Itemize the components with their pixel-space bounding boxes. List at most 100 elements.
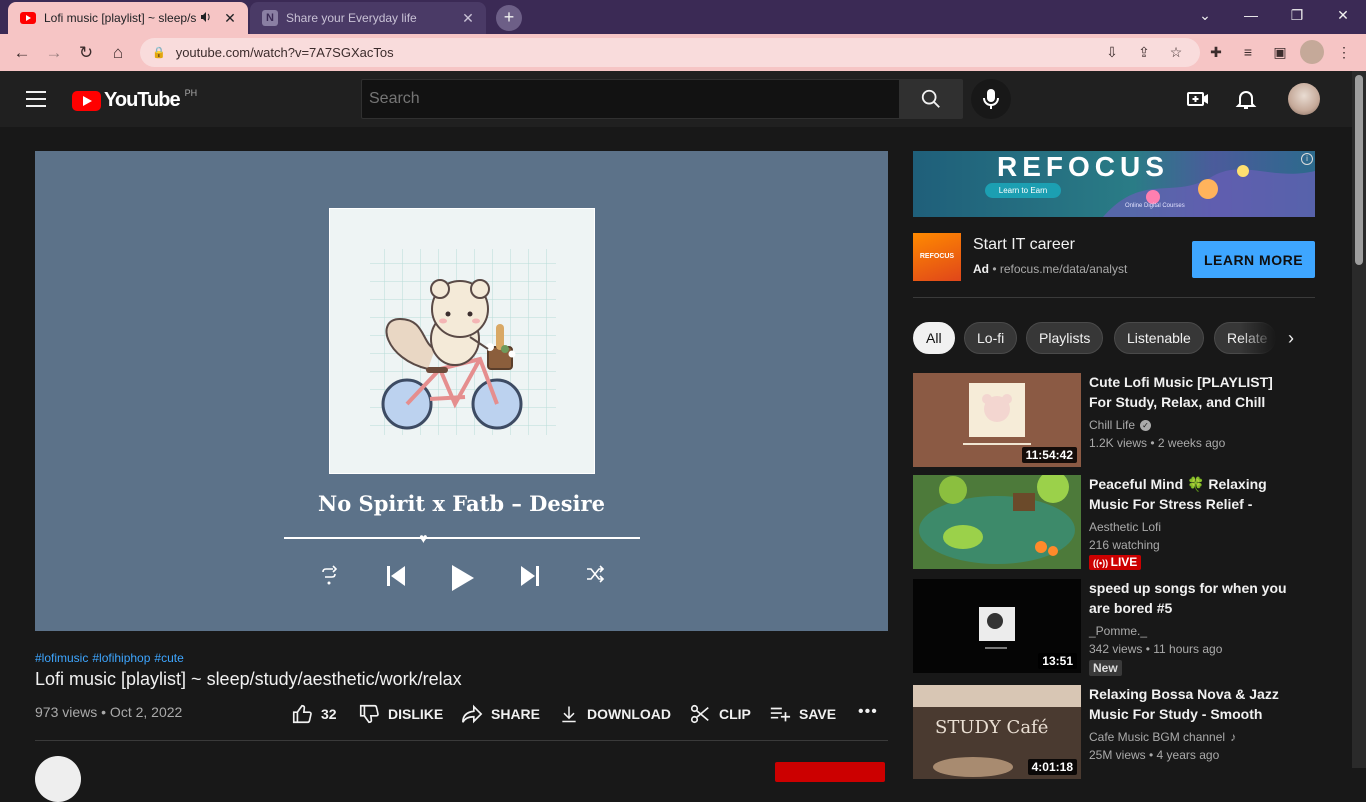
chip-all[interactable]: All [913,322,955,354]
lock-icon: 🔒 [152,47,166,59]
save-button[interactable]: SAVE [769,703,836,725]
channel-name-text: Chill Life [1089,418,1136,432]
download-label: DOWNLOAD [587,706,671,722]
video-thumbnail[interactable]: 13:51 [913,579,1081,673]
subscribe-button[interactable] [775,762,885,782]
related-video-meta: 1.2K views • 2 weeks ago [1089,436,1226,450]
close-window-button[interactable]: ✕ [1320,0,1366,30]
video-duration: 11:54:42 [1021,447,1077,463]
ad-info-icon[interactable]: i [1301,153,1313,165]
related-video-title[interactable]: speed up songs for when you are bored #5 [1089,578,1294,618]
share-icon[interactable]: ⇪ [1132,40,1156,64]
youtube-logo[interactable]: YouTube PH [72,88,197,112]
browser-menu-icon[interactable]: ⋮ [1332,40,1356,64]
learn-more-button[interactable]: LEARN MORE [1192,241,1315,278]
chevron-right-icon[interactable]: › [1279,326,1303,350]
video-title: Lofi music [playlist] ~ sleep/study/aest… [35,669,462,689]
address-bar[interactable]: 🔒 youtube.com/watch?v=7A7SGXacTos [140,38,1200,67]
search-box [361,79,900,119]
related-channel-name[interactable]: Aesthetic Lofi [1089,520,1161,534]
share-button[interactable]: SHARE [461,703,540,725]
install-icon[interactable]: ⇩ [1100,40,1124,64]
url-text: youtube.com/watch?v=7A7SGXacTos [175,45,394,60]
chip-lofi[interactable]: Lo-fi [964,322,1018,354]
tab-search-icon[interactable]: ⌄ [1182,0,1228,30]
advertiser-logo[interactable]: REFOCUS [913,233,961,281]
share-label: SHARE [491,706,541,722]
tab-title: Lofi music [playlist] ~ sleep/s [44,11,197,25]
like-button[interactable]: 32 [291,703,337,725]
bookmark-star-icon[interactable]: ☆ [1164,40,1188,64]
youtube-play-logo-icon [72,90,101,111]
related-channel-name[interactable]: Chill Life ✓ [1089,418,1152,432]
related-channel-name[interactable]: Cafe Music BGM channel ♪ [1089,730,1236,744]
download-button[interactable]: DOWNLOAD [559,703,671,725]
related-video-meta: 25M views • 4 years ago [1089,748,1220,762]
like-count: 32 [321,706,337,722]
reload-icon[interactable]: ↻ [72,39,100,67]
minimize-button[interactable]: — [1228,0,1274,30]
hashtags: #lofimusic #lofihiphop #cute [35,651,188,665]
hashtag-link[interactable]: #lofimusic [35,651,88,665]
new-tab-button[interactable]: + [496,5,522,31]
tab-youtube[interactable]: Lofi music [playlist] ~ sleep/s ✕ [8,2,248,34]
search-input[interactable] [362,80,899,118]
logo-wordmark: YouTube [104,89,181,111]
extensions-icon[interactable]: ✚ [1204,40,1228,64]
restore-button[interactable]: ❐ [1274,0,1320,30]
divider [913,297,1315,298]
voice-search-button[interactable] [971,79,1011,119]
back-arrow-icon[interactable]: ← [8,39,36,67]
side-panel-icon[interactable]: ▣ [1268,40,1292,64]
ad-meta: Ad • refocus.me/data/analyst [973,262,1128,276]
song-title-overlay: No Spirit x Fatb – Desire [318,491,605,516]
browser-tab-bar: Lofi music [playlist] ~ sleep/s ✕ N Shar… [0,0,1366,34]
scrollbar-thumb[interactable] [1355,75,1363,265]
channel-avatar[interactable] [35,756,81,802]
clip-button[interactable]: CLIP [689,703,751,725]
youtube-header: YouTube PH [0,71,1352,127]
related-video-title[interactable]: Relaxing Bossa Nova & Jazz Music For Stu… [1089,684,1294,724]
account-avatar[interactable] [1288,83,1320,115]
save-label: SAVE [799,706,837,722]
new-badge: New [1089,660,1122,676]
chip-playlists[interactable]: Playlists [1026,322,1104,354]
page-scrollbar[interactable] [1352,71,1366,768]
hamburger-menu-icon[interactable] [26,91,46,107]
close-tab-icon[interactable]: ✕ [220,10,240,27]
chip-listenable[interactable]: Listenable [1114,322,1204,354]
video-player[interactable]: No Spirit x Fatb – Desire ♥ [35,151,888,631]
video-thumbnail[interactable]: 11:54:42 [913,373,1081,467]
tab-share-everyday[interactable]: N Share your Everyday life ✕ [250,2,486,34]
profile-avatar[interactable] [1300,40,1324,64]
dislike-button[interactable]: DISLIKE [358,703,443,725]
hashtag-link[interactable]: #cute [154,651,183,665]
hashtag-link[interactable]: #lofihiphop [92,651,150,665]
dislike-label: DISLIKE [388,706,444,722]
search-button[interactable] [899,79,963,119]
media-control-icon[interactable]: ≡ [1236,40,1260,64]
ad-banner[interactable]: REFOCUS Learn to Earn Online Digital Cou… [913,151,1315,217]
ad-title[interactable]: Start IT career [973,236,1075,254]
home-icon[interactable]: ⌂ [104,39,132,67]
speaker-icon[interactable] [200,11,212,26]
more-actions-icon[interactable]: ••• [858,703,878,721]
related-video-title[interactable]: Cute Lofi Music [PLAYLIST] For Study, Re… [1089,372,1294,412]
thumbs-up-icon [292,704,312,724]
related-video-meta: 342 views • 11 hours ago [1089,642,1223,656]
related-video-title[interactable]: Peaceful Mind 🍀 Relaxing Music For Stres… [1089,474,1294,514]
create-video-icon[interactable] [1186,87,1210,111]
divider [35,740,888,741]
tab-title: Share your Everyday life [286,11,417,25]
ad-banner-subtitle: Online Digital Courses [1125,203,1185,209]
video-thumbnail[interactable] [913,475,1081,569]
ad-url: refocus.me/data/analyst [999,262,1128,276]
squirrel-bicycle-illustration [330,209,594,473]
video-thumbnail[interactable]: STUDY Café 4:01:18 [913,685,1081,779]
related-channel-name[interactable]: _Pomme._ [1089,624,1147,638]
notifications-bell-icon[interactable] [1234,87,1258,111]
close-tab-icon[interactable]: ✕ [458,10,478,27]
forward-arrow-icon[interactable]: → [40,39,68,67]
playlist-add-icon [770,707,791,722]
video-duration: 4:01:18 [1027,759,1077,775]
